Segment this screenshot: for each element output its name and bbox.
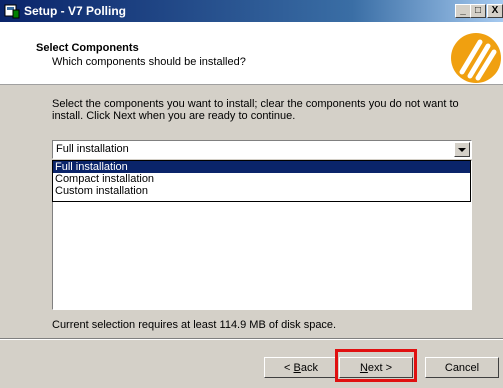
dropdown-option-custom[interactable]: Custom installation bbox=[53, 185, 470, 197]
back-mnemonic: B bbox=[293, 362, 301, 374]
instructions-text: Select the components you want to instal… bbox=[52, 98, 459, 122]
dropdown-option-full[interactable]: Full installation bbox=[53, 161, 470, 173]
wizard-content: Select the components you want to instal… bbox=[0, 85, 503, 388]
window-title: Setup - V7 Polling bbox=[24, 4, 127, 18]
wizard-header: Select Components Which components shoul… bbox=[0, 22, 503, 85]
setup-app-icon[interactable] bbox=[4, 3, 20, 19]
chevron-down-icon[interactable] bbox=[454, 142, 470, 157]
installation-type-combobox[interactable]: Full installation bbox=[52, 140, 472, 159]
page-title: Select Components bbox=[36, 42, 139, 54]
title-bar: Setup - V7 Polling _ □ X bbox=[0, 0, 503, 22]
close-button[interactable]: X bbox=[487, 4, 503, 18]
back-button[interactable]: < Back bbox=[264, 357, 338, 378]
maximize-button[interactable]: □ bbox=[470, 4, 486, 18]
cancel-button[interactable]: Cancel bbox=[425, 357, 499, 378]
dropdown-option-compact[interactable]: Compact installation bbox=[53, 173, 470, 185]
page-subtitle: Which components should be installed? bbox=[52, 56, 246, 68]
back-prefix: < bbox=[284, 362, 294, 374]
disk-space-text: Current selection requires at least 114.… bbox=[52, 319, 337, 331]
back-rest: ack bbox=[300, 362, 318, 374]
minimize-button[interactable]: _ bbox=[455, 4, 471, 18]
combo-selected-value: Full installation bbox=[56, 143, 129, 155]
product-logo-icon bbox=[451, 33, 501, 83]
installation-type-dropdown: Full installation Compact installation C… bbox=[52, 160, 471, 202]
button-separator bbox=[0, 338, 503, 340]
next-button-highlight-box bbox=[335, 349, 417, 382]
